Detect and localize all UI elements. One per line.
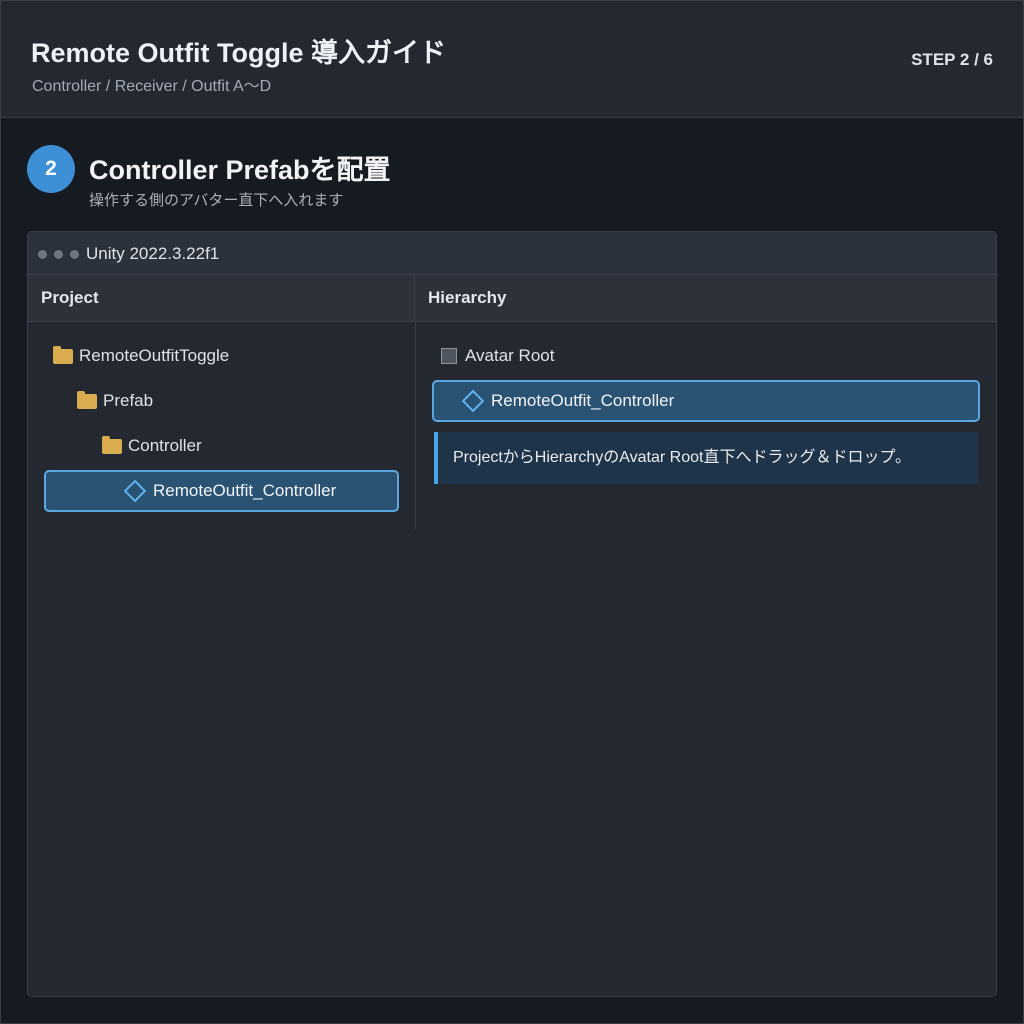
window-title: Unity 2022.3.22f1 — [86, 244, 220, 263]
project-item-remoteoutfittoggle[interactable]: RemoteOutfitToggle — [53, 344, 229, 368]
hierarchy-item-avatar-root[interactable]: Avatar Root — [441, 344, 554, 368]
project-item-label: RemoteOutfitToggle — [79, 346, 230, 365]
project-item-label: Controller — [128, 436, 202, 455]
project-item-label: RemoteOutfit_Controller — [153, 481, 337, 500]
project-panel-header[interactable]: Project — [28, 275, 415, 322]
hierarchy-item-label: Avatar Root — [465, 346, 555, 365]
folder-icon — [77, 390, 97, 409]
project-item-label: Prefab — [103, 391, 154, 410]
project-item-remoteoutfit-controller[interactable]: RemoteOutfit_Controller — [44, 470, 399, 512]
prefab-icon — [461, 389, 485, 413]
hierarchy-item-label: RemoteOutfit_Controller — [491, 391, 675, 410]
gameobject-icon — [441, 348, 457, 364]
step-number-badge: 2 — [27, 145, 75, 193]
page-title: Remote Outfit Toggle 導入ガイド — [31, 38, 446, 68]
window-zoom-dot[interactable] — [70, 250, 79, 259]
panel-divider — [415, 322, 416, 529]
hierarchy-item-remoteoutfit-controller[interactable]: RemoteOutfit_Controller — [432, 380, 980, 422]
page-subtitle: Controller / Receiver / Outfit A〜D — [32, 78, 272, 95]
hierarchy-panel-header[interactable]: Hierarchy — [415, 275, 996, 322]
window-minimize-dot[interactable] — [54, 250, 63, 259]
step-description: 操作する側のアバター直下へ入れます — [89, 192, 344, 209]
project-item-controller[interactable]: Controller — [102, 434, 202, 458]
step-indicator: STEP 2 / 6 — [911, 50, 993, 69]
unity-window: Unity 2022.3.22f1 Project Hierarchy Remo… — [27, 231, 997, 997]
step-title: Controller Prefabを配置 — [89, 155, 391, 185]
window-close-dot[interactable] — [38, 250, 47, 259]
instruction-note: ProjectからHierarchyのAvatar Root直下へドラッグ＆ドロ… — [434, 432, 978, 484]
window-titlebar: Unity 2022.3.22f1 — [28, 232, 996, 275]
prefab-icon — [123, 479, 147, 503]
folder-icon — [53, 345, 73, 364]
guide-header: Remote Outfit Toggle 導入ガイド Controller / … — [1, 1, 1023, 118]
project-item-prefab[interactable]: Prefab — [77, 389, 153, 413]
folder-icon — [102, 435, 122, 454]
